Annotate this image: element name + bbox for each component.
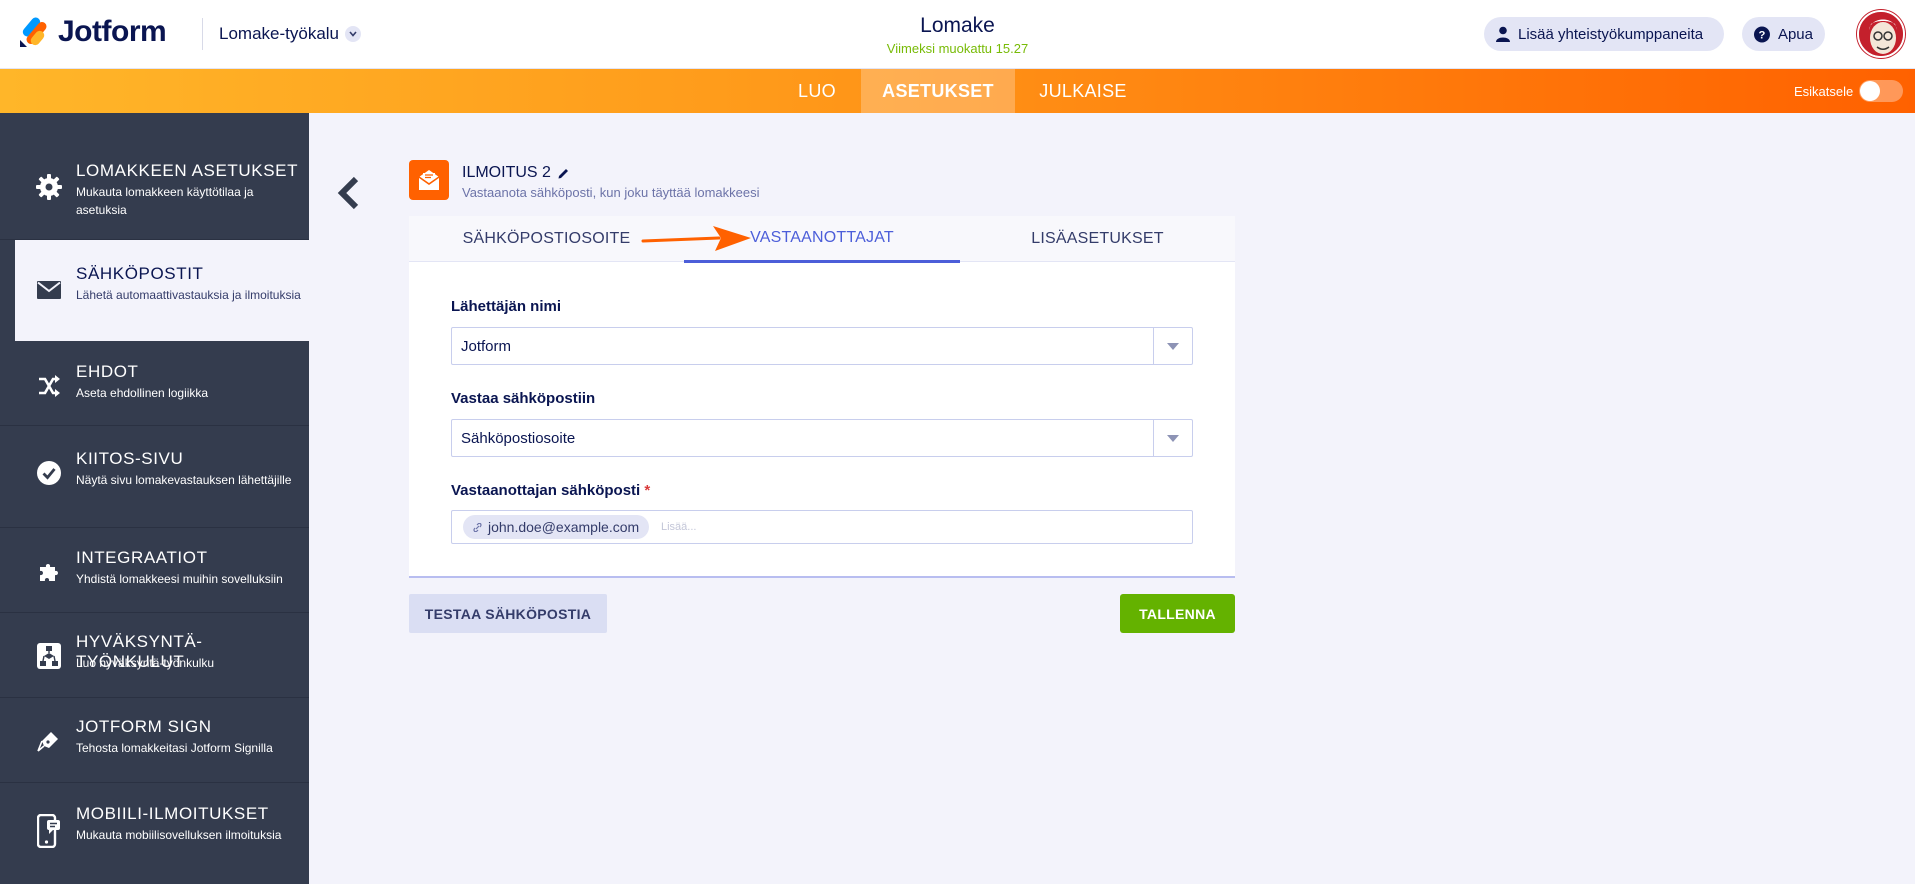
sidebar-item-desc: Mukauta lomakkeen käyttötilaa ja asetuks… [76, 185, 254, 217]
chevron-left-icon [337, 176, 359, 210]
sidebar-item-title: INTEGRAATIOT [76, 548, 208, 567]
email-settings-tabs: SÄHKÖPOSTIOSOITE VASTAANOTTAJAT LISÄASET… [409, 216, 1235, 263]
sender-name-label: Lähettäjän nimi [451, 298, 562, 315]
add-collaborators-label: Lisää yhteistyökumppaneita [1518, 25, 1704, 43]
brand-name: Jotform [58, 15, 167, 48]
save-button[interactable]: TALLENNA [1120, 594, 1235, 633]
envelope-icon [36, 277, 62, 303]
sidebar-item-desc: Näytä sivu lomakevastauksen lähettäjille [76, 473, 292, 487]
workflow-icon [36, 643, 62, 669]
dropdown-caret-icon[interactable] [1153, 420, 1192, 456]
sidebar-item-desc: Tehosta lomakkeitasi Jotform Signilla [76, 741, 273, 755]
sidebar-item-title: MOBIILI-ILMOITUKSET [76, 804, 269, 823]
sidebar-item-conditions[interactable]: EHDOT Aseta ehdollinen logiikka [0, 341, 309, 426]
sidebar-item-desc: Mukauta mobiilisovelluksen ilmoituksia [76, 828, 282, 842]
mobile-icon [36, 814, 62, 848]
preview-label: Esikatsele [1794, 83, 1854, 99]
tool-switcher[interactable]: Lomake-työkalu [219, 24, 362, 44]
dropdown-caret-icon[interactable] [1153, 328, 1192, 364]
tool-name-label: Lomake-työkalu [219, 24, 340, 43]
notification-title-text: ILMOITUS 2 [462, 164, 551, 181]
user-avatar[interactable] [1857, 10, 1905, 58]
recipient-email-placeholder: Lisää... [661, 521, 697, 533]
top-header: Jotform Lomake-työkalu Lomake Viimeksi m… [0, 0, 1915, 69]
preview-control: Esikatsele [1794, 69, 1904, 113]
sender-name-select[interactable]: Jotform [451, 327, 1193, 365]
email-settings-panel: SÄHKÖPOSTIOSOITE VASTAANOTTAJAT LISÄASET… [409, 216, 1235, 578]
sidebar-item-title: SÄHKÖPOSTIT [76, 264, 204, 283]
required-asterisk: * [644, 482, 651, 499]
email-notification-icon [409, 160, 449, 200]
builder-nav-bar: LUO ASETUKSET JULKAISE Esikatsele [0, 69, 1915, 113]
notification-subtitle: Vastaanota sähköposti, kun joku täyttää … [462, 185, 760, 200]
reply-to-label: Vastaa sähköpostiin [451, 390, 596, 407]
user-icon [1496, 26, 1510, 42]
nav-tab-settings[interactable]: ASETUKSET [861, 69, 1015, 113]
arrow-annotation-icon [641, 226, 751, 251]
sidebar-item-desc: Yhdistä lomakkeesi muihin sovelluksiin [76, 572, 283, 586]
notification-title[interactable]: ILMOITUS 2 [462, 164, 570, 182]
recipient-email-input[interactable]: john.doe@example.com Lisää... [451, 510, 1193, 544]
gear-icon [36, 174, 62, 200]
jotform-logo[interactable]: Jotform [18, 15, 167, 49]
recipient-email-label: Vastaanottajan sähköposti * [451, 482, 650, 499]
recipient-email-tag-text: john.doe@example.com [488, 519, 640, 535]
back-button[interactable] [334, 175, 364, 211]
sidebar-item-jotform-sign[interactable]: JOTFORM SIGN Tehosta lomakkeitasi Jotfor… [0, 698, 309, 783]
test-email-button[interactable]: TESTAA SÄHKÖPOSTIA [409, 594, 607, 633]
pencil-icon[interactable] [557, 167, 570, 180]
help-label: Apua [1777, 25, 1813, 43]
sidebar-item-title: EHDOT [76, 362, 139, 381]
settings-sidebar: LOMAKKEEN ASETUKSET Mukauta lomakkeen kä… [0, 113, 309, 884]
question-icon: ? [1754, 26, 1770, 42]
sidebar-item-title: JOTFORM SIGN [76, 717, 212, 736]
sidebar-item-desc: Luo hyväksyntä-työnkulku [76, 656, 215, 670]
sidebar-item-form-settings[interactable]: LOMAKKEEN ASETUKSET Mukauta lomakkeen kä… [0, 113, 309, 240]
jotform-logo-icon [20, 17, 47, 47]
sidebar-item-integrations[interactable]: INTEGRAATIOT Yhdistä lomakkeesi muihin s… [0, 528, 309, 613]
avatar-image-icon [1859, 12, 1903, 56]
sidebar-item-approval-workflows[interactable]: HYVÄKSYNTÄ-TYÖNKULUT Luo hyväksyntä-työn… [0, 613, 309, 698]
help-button[interactable]: ? Apua [1742, 17, 1825, 51]
reply-to-value: Sähköpostiosoite [461, 430, 576, 447]
puzzle-icon [36, 559, 62, 585]
reply-to-select[interactable]: Sähköpostiosoite [451, 419, 1193, 457]
sidebar-item-title: KIITOS-SIVU [76, 449, 184, 468]
sidebar-item-thank-you-page[interactable]: KIITOS-SIVU Näytä sivu lomakevastauksen … [0, 426, 309, 528]
pen-icon [36, 728, 62, 754]
sidebar-item-mobile-notifications[interactable]: MOBIILI-ILMOITUKSET Mukauta mobiilisovel… [0, 783, 309, 884]
check-circle-icon [36, 460, 62, 486]
add-collaborators-button[interactable]: Lisää yhteistyökumppaneita [1484, 17, 1724, 51]
sidebar-item-title: LOMAKKEEN ASETUKSET [76, 161, 299, 180]
sidebar-item-emails[interactable]: SÄHKÖPOSTIT Lähetä automaattivastauksia … [15, 240, 309, 341]
sidebar-item-desc: Aseta ehdollinen logiikka [76, 386, 209, 400]
svg-text:?: ? [1759, 29, 1766, 41]
preview-toggle[interactable] [1859, 80, 1904, 102]
recipient-email-tag[interactable]: john.doe@example.com [463, 515, 650, 539]
chevron-down-icon [345, 26, 362, 42]
nav-tab-publish[interactable]: JULKAISE [1015, 69, 1151, 113]
conditions-icon [36, 373, 62, 399]
recipient-email-label-text: Vastaanottajan sähköposti [451, 482, 641, 499]
nav-tab-create[interactable]: LUO [774, 69, 860, 113]
link-icon [473, 522, 482, 532]
sender-name-value: Jotform [461, 338, 512, 355]
header-divider [202, 18, 203, 50]
sidebar-item-desc: Lähetä automaattivastauksia ja ilmoituks… [76, 288, 301, 302]
tab-advanced[interactable]: LISÄASETUKSET [960, 216, 1235, 262]
